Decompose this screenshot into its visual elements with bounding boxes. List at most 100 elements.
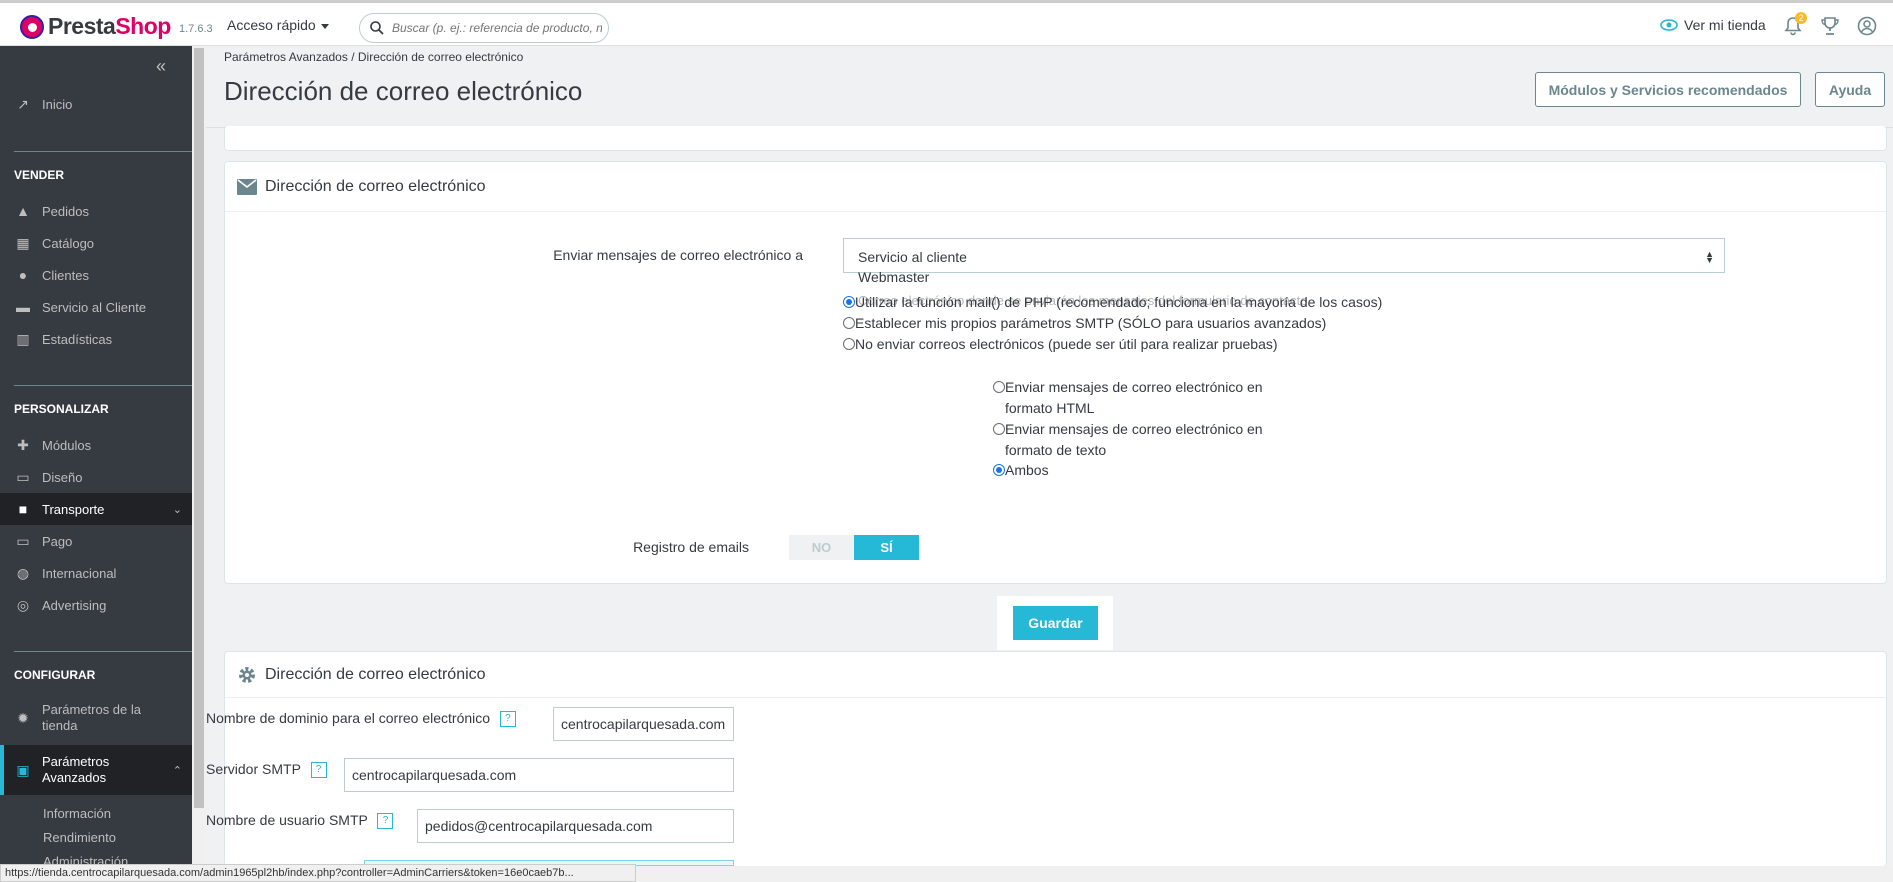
- smtp-server-label: Servidor SMTP: [206, 761, 301, 777]
- save-button[interactable]: Guardar: [1013, 606, 1098, 640]
- radio-button[interactable]: [843, 338, 855, 350]
- sidebar-item-international[interactable]: ◍ Internacional: [0, 557, 192, 589]
- puzzle-icon: ✚: [17, 436, 29, 453]
- sidebar-item-label: Parámetros de la tienda: [42, 702, 141, 733]
- chevron-down-icon: ⌄: [172, 503, 182, 516]
- send-to-select[interactable]: Servicio al cliente ▲ ▼: [843, 238, 1725, 273]
- page-title: Dirección de correo electrónico: [224, 76, 583, 106]
- radio-label: Enviar mensajes de correo electrónico en…: [1005, 379, 1263, 416]
- sidebar-subitem-performance[interactable]: Rendimiento: [43, 830, 116, 845]
- sidebar-item-advertising[interactable]: ◎ Advertising: [0, 589, 192, 621]
- format-radio-both[interactable]: Ambos: [993, 462, 1049, 478]
- help-button[interactable]: Ayuda: [1815, 72, 1885, 107]
- sidebar-item-label: Parámetros Avanzados: [42, 754, 110, 785]
- section-customize: PERSONALIZAR: [14, 402, 109, 416]
- sidebar-item-design[interactable]: ▭ Diseño: [0, 461, 192, 493]
- switch-yes[interactable]: SÍ: [854, 535, 919, 560]
- divider: [14, 385, 192, 386]
- panel-heading: Dirección de correo electrónico: [225, 652, 1886, 698]
- breadcrumb-parent[interactable]: Parámetros Avanzados: [224, 50, 348, 64]
- sidebar-item-stats[interactable]: ▥ Estadísticas: [0, 323, 192, 355]
- sidebar-item-shop-params[interactable]: ✹ Parámetros de la tienda: [0, 696, 192, 740]
- sidebar-item-shipping[interactable]: ■ Transporte ⌄: [0, 493, 192, 525]
- format-radio-html[interactable]: Enviar mensajes de correo electrónico en…: [993, 377, 1263, 419]
- method-radio-phpmail[interactable]: Utilizar la función mail() de PHP (recom…: [843, 294, 1382, 310]
- gear-icon: ✹: [17, 709, 29, 726]
- smtp-server-label-row: Servidor SMTP ?: [206, 761, 327, 779]
- horizontal-scrollbar[interactable]: [636, 866, 1893, 882]
- sidebar-item-customers[interactable]: ● Clientes: [0, 259, 192, 291]
- sidebar-item-orders[interactable]: ▲ Pedidos: [0, 195, 192, 227]
- method-radio-none[interactable]: No enviar correos electrónicos (puede se…: [843, 336, 1278, 352]
- credit-card-icon: ▭: [16, 532, 30, 549]
- sidebar-scrollbar[interactable]: [192, 46, 206, 866]
- sidebar-item-payment[interactable]: ▭ Pago: [0, 525, 192, 557]
- sidebar-subitem-administration[interactable]: Administración: [43, 854, 128, 864]
- version-label: 1.7.6.3: [179, 23, 213, 35]
- collapse-sidebar-icon[interactable]: «: [156, 56, 166, 77]
- sidebar-item-customer-service[interactable]: ▬ Servicio al Cliente: [0, 291, 192, 323]
- sidebar-item-modules[interactable]: ✚ Módulos: [0, 429, 192, 461]
- format-radio-text[interactable]: Enviar mensajes de correo electrónico en…: [993, 419, 1263, 461]
- person-icon: ●: [18, 267, 28, 283]
- domain-input[interactable]: centrocapilarquesada.com: [553, 707, 734, 741]
- smtp-user-label: Nombre de usuario SMTP: [206, 812, 368, 828]
- brand-name-part1: Presta: [48, 13, 116, 39]
- radio-label: Enviar mensajes de correo electrónico en…: [1005, 421, 1263, 458]
- search-icon: [370, 21, 384, 35]
- breadcrumb-separator: /: [351, 50, 355, 64]
- search-box[interactable]: [359, 13, 609, 43]
- truck-icon: ■: [18, 501, 28, 517]
- chat-icon: ▬: [16, 299, 30, 315]
- radio-button[interactable]: [993, 381, 1005, 393]
- smtp-user-input[interactable]: pedidos@centrocapilarquesada.com: [417, 809, 734, 843]
- radio-button-selected[interactable]: [993, 464, 1005, 476]
- sidebar-item-home[interactable]: ↗ Inicio: [0, 88, 192, 120]
- sidebar-item-label: Estadísticas: [42, 331, 113, 347]
- sidebar-item-advanced-params[interactable]: ▣ Parámetros Avanzados ⌃: [0, 745, 192, 795]
- email-settings-panel: Dirección de correo electrónico: [224, 161, 1887, 584]
- help-icon[interactable]: ?: [377, 813, 394, 830]
- radio-label: Establecer mis propios parámetros SMTP (…: [855, 315, 1327, 331]
- quick-access-dropdown[interactable]: Acceso rápido: [227, 17, 329, 33]
- caret-down-icon: [320, 23, 329, 29]
- send-to-value: Servicio al cliente: [858, 249, 967, 265]
- radio-button[interactable]: [993, 423, 1005, 435]
- switch-no[interactable]: NO: [789, 535, 854, 560]
- section-configure: CONFIGURAR: [14, 668, 96, 682]
- radio-button-selected[interactable]: [843, 296, 855, 308]
- radio-label: Utilizar la función mail() de PHP (recom…: [855, 294, 1383, 310]
- eye-icon: [1660, 19, 1678, 31]
- sidebar-item-catalog[interactable]: ▦ Catálogo: [0, 227, 192, 259]
- sidebar-subitem-information[interactable]: Información: [43, 806, 111, 821]
- prestashop-logo[interactable]: PrestaShop: [20, 13, 171, 40]
- panel-title: Dirección de correo electrónico: [265, 177, 486, 195]
- select-arrows-icon: ▲ ▼: [1705, 249, 1714, 265]
- method-radio-smtp[interactable]: Establecer mis propios parámetros SMTP (…: [843, 315, 1326, 331]
- radio-button[interactable]: [843, 317, 855, 329]
- sidebar-item-label: Pedidos: [42, 203, 89, 219]
- help-icon[interactable]: ?: [310, 762, 327, 779]
- sidebar: « ↗ Inicio VENDER ▲ Pedidos ▦ Catálogo ● Cli…: [0, 46, 192, 866]
- view-shop-link[interactable]: Ver mi tienda: [1660, 17, 1766, 33]
- recommended-modules-button[interactable]: Módulos y Servicios recomendados: [1535, 72, 1801, 107]
- quick-access-label: Acceso rápido: [227, 17, 316, 33]
- send-to-option-webmaster[interactable]: Webmaster: [858, 269, 929, 285]
- bar-chart-icon: ▥: [16, 330, 30, 347]
- trophy-icon[interactable]: [1820, 16, 1840, 36]
- sidebar-item-label: Transporte: [42, 501, 105, 517]
- scrollbar-thumb[interactable]: [194, 48, 204, 808]
- user-account-icon[interactable]: [1857, 16, 1877, 36]
- panel-heading: Dirección de correo electrónico: [225, 162, 1886, 212]
- sidebar-item-label: Advertising: [42, 597, 107, 613]
- divider: [14, 151, 192, 152]
- smtp-server-input[interactable]: centrocapilarquesada.com: [344, 758, 734, 792]
- sidebar-item-label: Diseño: [42, 469, 83, 485]
- search-input[interactable]: [392, 14, 602, 42]
- email-log-switch[interactable]: NO SÍ: [789, 535, 919, 560]
- help-icon[interactable]: ?: [499, 711, 516, 728]
- section-sell: VENDER: [14, 168, 65, 182]
- radio-label: Ambos: [1005, 462, 1049, 478]
- settings-box-icon: ▣: [16, 761, 30, 778]
- breadcrumb-current: Dirección de correo electrónico: [357, 50, 524, 64]
